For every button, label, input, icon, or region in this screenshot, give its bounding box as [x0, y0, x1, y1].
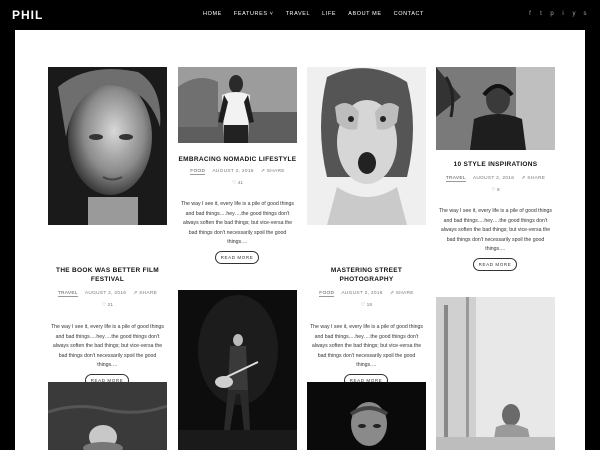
like-count[interactable]: ♡ 41 — [178, 181, 297, 186]
share-link[interactable]: ⇗ SHARE — [390, 291, 414, 297]
post-excerpt: The way I see it, every life is a pile o… — [50, 324, 165, 369]
guitarist-photo — [178, 290, 297, 450]
nav-item-life[interactable]: LIFE — [322, 11, 336, 17]
post-image-grass-child[interactable] — [48, 382, 167, 450]
read-more-button[interactable]: READ MORE — [215, 251, 259, 264]
post-meta: FOOD AUGUST 2, 2016 ⇗ SHARE — [307, 291, 426, 297]
window-man-photo — [436, 297, 555, 450]
post-image-man-closeup[interactable] — [307, 382, 426, 450]
man-headphones-photo — [436, 67, 555, 150]
nav-item-about-me[interactable]: ABOUT ME — [348, 11, 381, 17]
post-title[interactable]: MASTERING STREET PHOTOGRAPHY — [307, 266, 426, 284]
post-image-woman-hands[interactable] — [307, 67, 426, 225]
post-image-man-headphones[interactable] — [436, 67, 555, 150]
post-excerpt: The way I see it, every life is a pile o… — [309, 324, 424, 369]
post-excerpt: The way I see it, every life is a pile o… — [180, 201, 295, 246]
post-image-guitarist[interactable] — [178, 290, 297, 450]
post-title[interactable]: EMBRACING NOMADIC LIFESTYLE — [178, 155, 297, 164]
post-date: AUGUST 2, 2016 — [341, 291, 383, 296]
post-category[interactable]: FOOD — [319, 291, 335, 297]
nav-item-features[interactable]: FEATURES ˅ — [234, 11, 274, 17]
post-meta: TRAVEL AUGUST 2, 2016 ⇗ SHARE — [436, 176, 555, 182]
man-closeup-photo — [307, 382, 426, 450]
share-link[interactable]: ⇗ SHARE — [133, 291, 157, 297]
post-excerpt: The way I see it, every life is a pile o… — [438, 208, 553, 253]
share-label: SHARE — [266, 169, 285, 174]
facebook-icon[interactable]: f — [527, 11, 533, 17]
nav-item-travel[interactable]: TRAVEL — [286, 11, 311, 17]
post-image-woman-portrait[interactable] — [48, 67, 167, 225]
grass-child-photo — [48, 382, 167, 450]
like-count[interactable]: ♡ 8 — [436, 188, 555, 193]
post-meta: FOOD AUGUST 2, 2016 ⇗ SHARE — [178, 169, 297, 175]
instagram-icon[interactable]: i — [560, 11, 566, 17]
search-icon[interactable]: s — [582, 11, 588, 17]
post-title[interactable]: 10 STYLE INSPIRATIONS — [436, 160, 555, 169]
pinterest-icon[interactable]: p — [549, 11, 555, 17]
main-nav: HOME FEATURES ˅ TRAVEL LIFE ABOUT ME CON… — [203, 11, 424, 17]
share-link[interactable]: ⇗ SHARE — [521, 176, 545, 182]
social-icons: f t p i y s — [527, 11, 588, 17]
youtube-icon[interactable]: y — [571, 11, 577, 17]
nav-item-home[interactable]: HOME — [203, 11, 222, 17]
share-link[interactable]: ⇗ SHARE — [261, 169, 285, 175]
post-image-man-standing[interactable] — [178, 67, 297, 143]
post-meta: TRAVEL AUGUST 2, 2016 ⇗ SHARE — [48, 291, 167, 297]
like-count[interactable]: ♡ 18 — [307, 303, 426, 308]
man-standing-photo — [178, 67, 297, 143]
blog-grid: THE BOOK WAS BETTER FILM FESTIVAL TRAVEL… — [15, 30, 585, 450]
twitter-icon[interactable]: t — [538, 11, 544, 17]
post-date: AUGUST 2, 2016 — [472, 176, 515, 181]
share-label: SHARE — [395, 291, 414, 296]
post-image-window-man[interactable] — [436, 297, 555, 450]
post-date: AUGUST 2, 2016 — [84, 291, 127, 296]
share-label: SHARE — [139, 291, 158, 296]
post-category[interactable]: TRAVEL — [57, 291, 78, 297]
site-logo[interactable]: PHIL — [12, 8, 43, 22]
top-bar: PHIL HOME FEATURES ˅ TRAVEL LIFE ABOUT M… — [0, 0, 600, 30]
post-title[interactable]: THE BOOK WAS BETTER FILM FESTIVAL — [48, 266, 167, 284]
post-category[interactable]: TRAVEL — [445, 176, 466, 182]
share-label: SHARE — [527, 176, 546, 181]
post-category[interactable]: FOOD — [190, 169, 206, 175]
nav-item-contact[interactable]: CONTACT — [394, 11, 424, 17]
like-count[interactable]: ♡ 21 — [48, 303, 167, 308]
woman-portrait-photo — [48, 67, 167, 225]
read-more-button[interactable]: READ MORE — [473, 258, 517, 271]
post-date: AUGUST 2, 2016 — [212, 169, 254, 174]
woman-hands-photo — [307, 67, 426, 225]
